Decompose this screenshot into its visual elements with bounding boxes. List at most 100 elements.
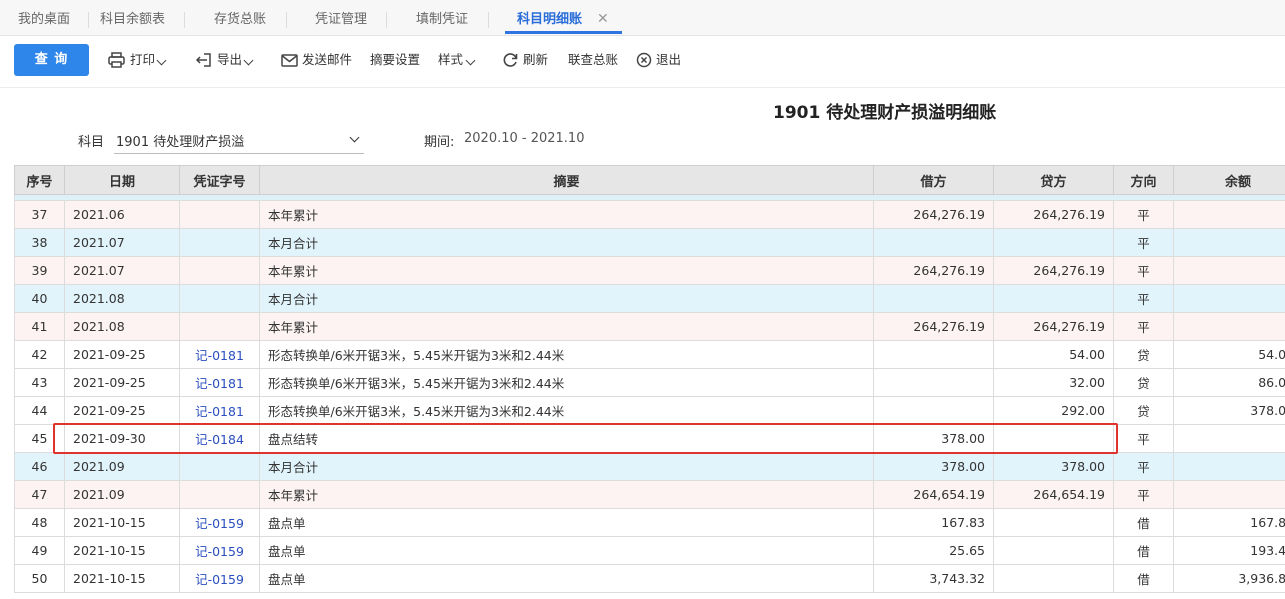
row-voucher-cell[interactable]: 记-0181 <box>179 396 260 425</box>
print-label: 打印 <box>130 52 156 67</box>
row-voucher-cell[interactable]: 记-0181 <box>179 368 260 397</box>
row-balance-cell <box>1173 256 1285 285</box>
row-summary-cell: 本年累计 <box>259 256 874 285</box>
row-balance-cell <box>1173 284 1285 313</box>
row-voucher-cell[interactable]: 记-0159 <box>179 564 260 593</box>
row-voucher-cell <box>179 256 260 285</box>
table-row[interactable]: 37 2021.06 本年累计 264,276.19 264,276.19 平 <box>14 200 1285 229</box>
table-row[interactable]: 43 2021-09-25 记-0181 形态转换单/6米开锯3米，5.45米开锯为3… <box>14 368 1285 397</box>
tab-divider <box>88 12 89 28</box>
row-balance-cell: 167.83 <box>1173 508 1285 537</box>
query-button[interactable]: 查 询 <box>14 44 89 76</box>
subject-label: 科目 <box>78 135 105 150</box>
row-debit-cell <box>873 368 994 397</box>
row-summary-cell: 盘点单 <box>259 564 874 593</box>
print-button[interactable]: 打印 <box>108 44 170 76</box>
row-date-cell: 2021.08 <box>64 312 180 341</box>
subject-select[interactable]: 1901 待处理财产损溢 <box>114 128 364 154</box>
row-date-cell: 2021-09-25 <box>64 340 180 369</box>
row-voucher-cell[interactable]: 记-0184 <box>179 424 260 453</box>
table-row[interactable]: 38 2021.07 本月合计 平 <box>14 228 1285 257</box>
row-debit-cell: 264,276.19 <box>873 256 994 285</box>
row-date-cell: 2021-09-30 <box>64 424 180 453</box>
table-row[interactable]: 39 2021.07 本年累计 264,276.19 264,276.19 平 <box>14 256 1285 285</box>
column-header-summary[interactable]: 摘要 <box>259 165 874 195</box>
table-row[interactable]: 482021-10-15记-0159盘点单167.83借167.83 <box>14 508 1285 537</box>
tab-bar: 我的桌面 科目余额表 存货总账 凭证管理 填制凭证 科目明细账 ✕ <box>0 0 1285 36</box>
chevron-down-icon <box>349 132 360 143</box>
tab-divider <box>286 12 287 28</box>
row-voucher-cell[interactable]: 记-0181 <box>179 340 260 369</box>
row-direction-cell: 借 <box>1113 536 1174 565</box>
row-no-cell: 47 <box>14 480 65 509</box>
row-balance-cell <box>1173 452 1285 481</box>
row-credit-cell <box>993 536 1114 565</box>
table-row[interactable]: 502021-10-15记-0159盘点单3,743.32 借3,936.80 <box>14 564 1285 593</box>
column-header-date[interactable]: 日期 <box>64 165 180 195</box>
refresh-button[interactable]: 刷新 <box>502 44 554 76</box>
row-date-cell: 2021.07 <box>64 256 180 285</box>
tab-inventory-ledger[interactable]: 存货总账 <box>214 0 266 36</box>
table-row[interactable]: 44 2021-09-25 记-0181 形态转换单/6米开锯3米，5.45米开锯为3… <box>14 396 1285 425</box>
row-balance-cell <box>1173 480 1285 509</box>
exit-label: 退出 <box>656 52 682 67</box>
table-row[interactable]: 45 2021-09-30 记-0184 盘点结转 378.00 平 <box>14 424 1285 453</box>
column-header-direction[interactable]: 方向 <box>1113 165 1174 195</box>
row-voucher-cell[interactable]: 记-0159 <box>179 508 260 537</box>
row-summary-cell: 盘点单 <box>259 536 874 565</box>
row-summary-cell: 盘点单 <box>259 508 874 537</box>
row-credit-cell: 32.00 <box>993 368 1114 397</box>
row-date-cell: 2021.08 <box>64 284 180 313</box>
row-no-cell: 43 <box>14 368 65 397</box>
close-icon[interactable]: ✕ <box>597 12 609 26</box>
row-debit-cell: 264,654.19 <box>873 480 994 509</box>
style-button[interactable]: 样式 <box>438 44 482 76</box>
tab-fill-voucher[interactable]: 填制凭证 <box>416 0 468 36</box>
row-balance-cell: 193.48 <box>1173 536 1285 565</box>
row-debit-cell <box>873 340 994 369</box>
active-tab-indicator <box>505 31 622 34</box>
row-no-cell: 41 <box>14 312 65 341</box>
table-row[interactable]: 492021-10-15记-0159盘点单25.65 借193.48 <box>14 536 1285 565</box>
summary-settings-button[interactable]: 摘要设置 <box>370 44 426 76</box>
row-debit-cell: 264,276.19 <box>873 200 994 229</box>
exit-button[interactable]: 退出 <box>636 44 686 76</box>
column-header-debit[interactable]: 借方 <box>873 165 994 195</box>
row-no-cell: 40 <box>14 284 65 313</box>
send-email-label: 发送邮件 <box>302 52 353 67</box>
row-summary-cell: 本月合计 <box>259 284 874 313</box>
linked-ledger-button[interactable]: 联查总账 <box>568 44 624 76</box>
column-header-no[interactable]: 序号 <box>14 165 65 195</box>
column-header-balance[interactable]: 余额 <box>1173 165 1285 195</box>
row-credit-cell: 264,276.19 <box>993 256 1114 285</box>
row-balance-cell: 3,936.80 <box>1173 564 1285 593</box>
tab-subject-balance[interactable]: 科目余额表 <box>100 0 165 36</box>
tab-voucher-management[interactable]: 凭证管理 <box>315 0 367 36</box>
tab-desktop[interactable]: 我的桌面 <box>18 0 70 36</box>
send-email-button[interactable]: 发送邮件 <box>281 44 356 76</box>
tab-divider <box>488 12 489 28</box>
export-button[interactable]: 导出 <box>195 44 257 76</box>
table-row[interactable]: 47 2021.09 本年累计 264,654.19 264,654.19 平 <box>14 480 1285 509</box>
row-debit-cell: 378.00 <box>873 452 994 481</box>
table-row[interactable]: 46 2021.09 本月合计 378.00 378.00 平 <box>14 452 1285 481</box>
table-row[interactable]: 40 2021.08 本月合计 平 <box>14 284 1285 313</box>
row-balance-cell <box>1173 228 1285 257</box>
column-header-voucher[interactable]: 凭证字号 <box>179 165 260 195</box>
subject-select-value: 1901 待处理财产损溢 <box>116 135 245 150</box>
row-credit-cell <box>993 564 1114 593</box>
row-debit-cell: 167.83 <box>873 508 994 537</box>
column-header-credit[interactable]: 贷方 <box>993 165 1114 195</box>
row-date-cell: 2021.09 <box>64 452 180 481</box>
row-summary-cell: 盘点结转 <box>259 424 874 453</box>
row-voucher-cell <box>179 480 260 509</box>
row-direction-cell: 平 <box>1113 452 1174 481</box>
table-row[interactable]: 42 2021-09-25 记-0181 形态转换单/6米开锯3米，5.45米开锯为3… <box>14 340 1285 369</box>
row-date-cell: 2021-09-25 <box>64 368 180 397</box>
row-summary-cell: 本月合计 <box>259 452 874 481</box>
row-voucher-cell[interactable]: 记-0159 <box>179 536 260 565</box>
row-no-cell: 44 <box>14 396 65 425</box>
table-row[interactable]: 41 2021.08 本年累计 264,276.19 264,276.19 平 <box>14 312 1285 341</box>
row-date-cell: 2021.09 <box>64 480 180 509</box>
row-no-cell: 38 <box>14 228 65 257</box>
